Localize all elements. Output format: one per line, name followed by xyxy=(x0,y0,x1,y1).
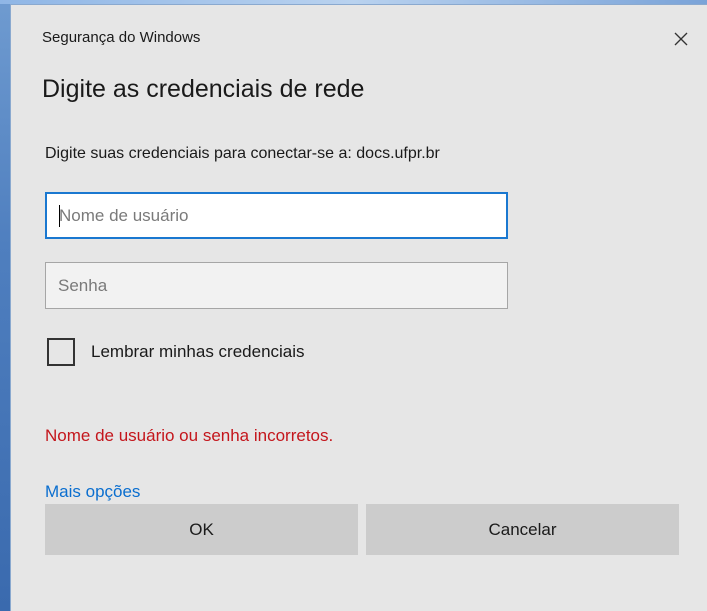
credential-dialog: Segurança do Windows Digite as credencia… xyxy=(10,4,707,611)
cancel-button[interactable]: Cancelar xyxy=(366,504,679,555)
username-input[interactable] xyxy=(45,192,508,239)
text-caret xyxy=(59,205,60,227)
close-button[interactable] xyxy=(666,24,696,54)
ok-button[interactable]: OK xyxy=(45,504,358,555)
connection-prompt: Digite suas credenciais para conectar-se… xyxy=(45,145,440,162)
remember-label: Lembrar minhas credenciais xyxy=(91,342,305,361)
remember-credentials-option[interactable]: Lembrar minhas credenciais xyxy=(47,338,305,366)
error-message: Nome de usuário ou senha incorretos. xyxy=(45,426,334,445)
remember-checkbox[interactable] xyxy=(47,338,75,366)
window-title: Segurança do Windows xyxy=(42,29,201,46)
close-icon xyxy=(674,32,688,46)
more-options-link[interactable]: Mais opções xyxy=(45,482,140,502)
dialog-heading: Digite as credenciais de rede xyxy=(42,75,365,103)
password-input[interactable] xyxy=(45,262,508,309)
